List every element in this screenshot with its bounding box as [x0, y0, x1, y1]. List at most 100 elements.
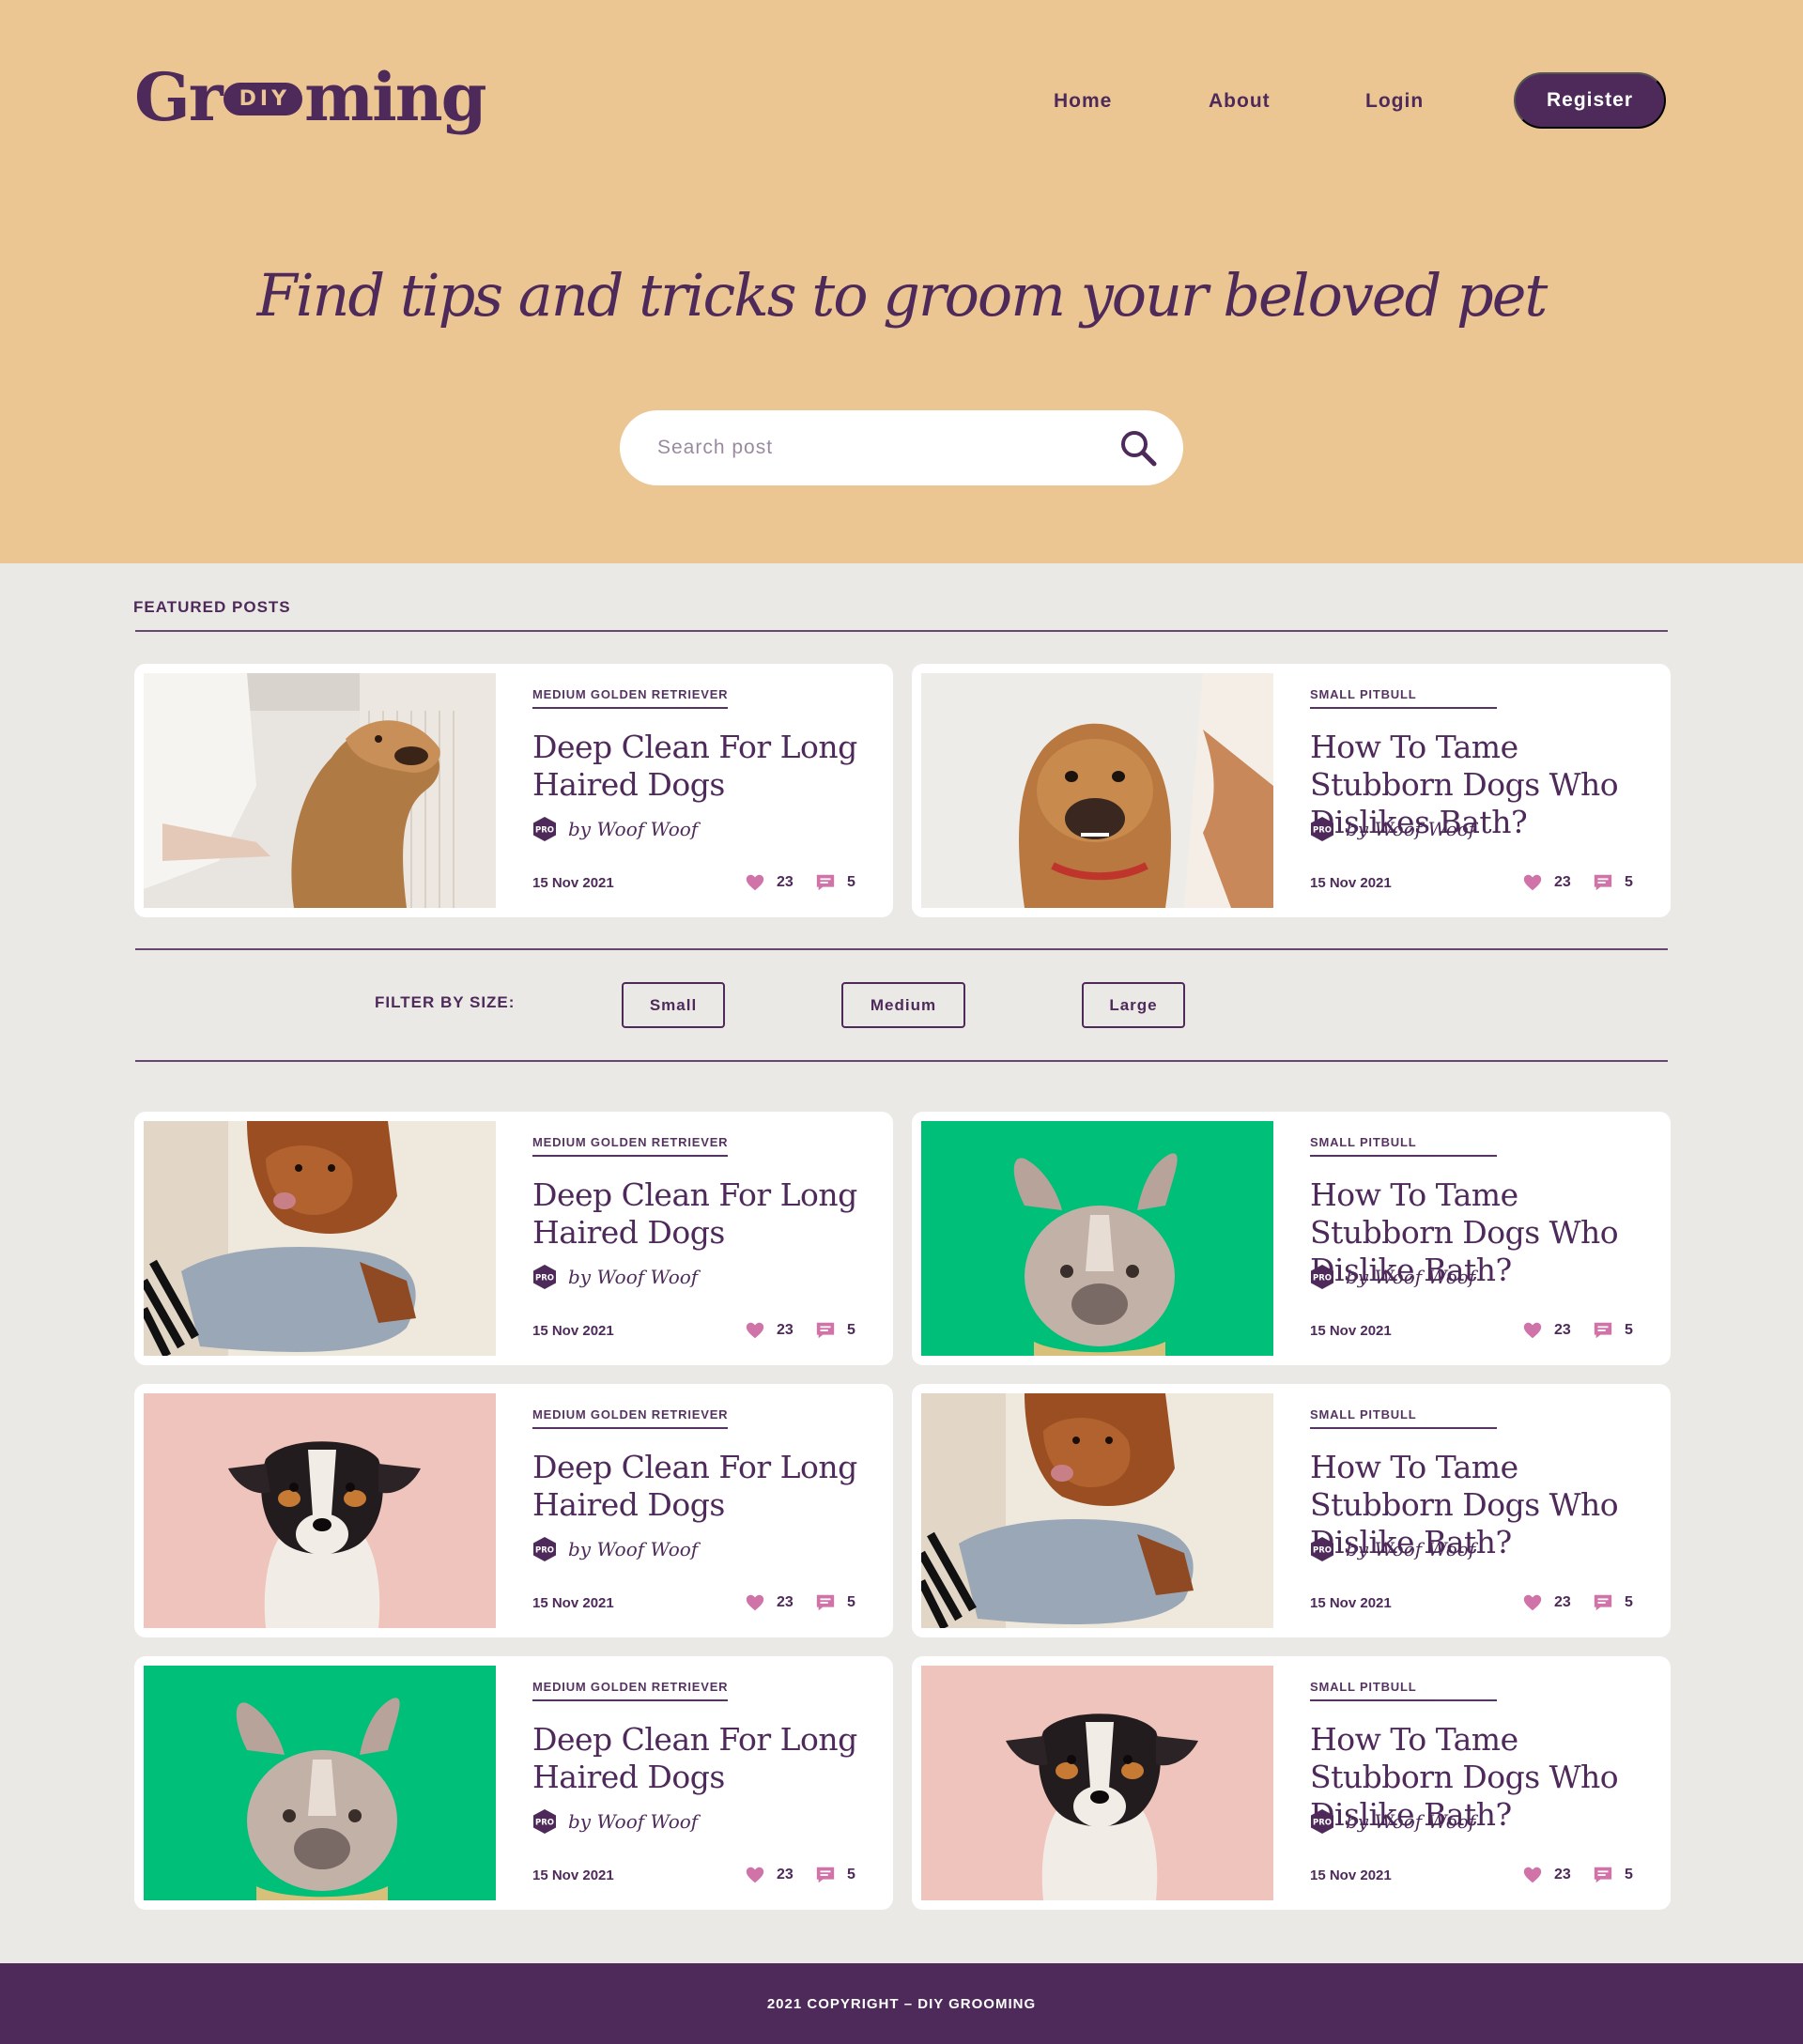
featured-posts-heading: FEATURED POSTS	[133, 598, 291, 616]
post-title[interactable]: Deep Clean For Long Haired Dogs	[532, 1449, 880, 1524]
author-name[interactable]: by Woof Woof	[1346, 1538, 1475, 1560]
comment-count: 5	[1625, 874, 1633, 890]
filter-medium-button[interactable]: Medium	[841, 982, 965, 1028]
post-author: by Woof Woof	[1310, 1536, 1475, 1562]
bulldog-photo	[921, 673, 1273, 908]
nav-about-link[interactable]: About	[1209, 90, 1271, 113]
nav-home-link[interactable]: Home	[1054, 90, 1112, 113]
post-category[interactable]: SMALL PITBULL	[1310, 1135, 1497, 1157]
french-bulldog-green-photo	[921, 1121, 1273, 1356]
comments-button[interactable]: 5	[1593, 1320, 1633, 1341]
heart-icon	[745, 1320, 765, 1341]
post-category[interactable]: MEDIUM GOLDEN RETRIEVER	[532, 1407, 729, 1429]
comments-button[interactable]: 5	[815, 1592, 855, 1613]
copyright-text: 2021 COPYRIGHT – DIY GROOMING	[766, 1995, 1037, 2012]
comment-icon	[815, 872, 836, 893]
filter-small-button[interactable]: Small	[622, 982, 725, 1028]
filter-large-button[interactable]: Large	[1082, 982, 1185, 1028]
post-date: 15 Nov 2021	[532, 1867, 614, 1883]
comment-count: 5	[1625, 1594, 1633, 1610]
comment-icon	[1593, 1865, 1613, 1885]
post-author: by Woof Woof	[532, 1536, 698, 1562]
author-name[interactable]: by Woof Woof	[1346, 1266, 1475, 1288]
comment-count: 5	[1625, 1867, 1633, 1883]
search-icon[interactable]	[1117, 427, 1159, 469]
comment-count: 5	[847, 1322, 855, 1338]
like-button[interactable]: 23	[745, 872, 794, 893]
like-count: 23	[777, 1594, 794, 1610]
pro-badge-icon	[1310, 1264, 1334, 1290]
comment-icon	[815, 1592, 836, 1613]
search-input[interactable]	[657, 433, 1108, 463]
like-count: 23	[1554, 1594, 1571, 1610]
post-title[interactable]: Deep Clean For Long Haired Dogs	[532, 1176, 880, 1252]
heart-icon	[745, 1592, 765, 1613]
comments-button[interactable]: 5	[815, 1865, 855, 1885]
post-title[interactable]: Deep Clean For Long Haired Dogs	[532, 729, 880, 804]
like-button[interactable]: 23	[745, 1320, 794, 1341]
hero-section: Gr DIY ming Home About Login Register Find…	[0, 0, 1803, 563]
comments-button[interactable]: 5	[815, 872, 855, 893]
author-name[interactable]: by Woof Woof	[1346, 818, 1475, 840]
comments-button[interactable]: 5	[815, 1320, 855, 1341]
french-bulldog-green-photo	[144, 1666, 496, 1900]
golden-retriever-photo	[144, 673, 496, 908]
post-category[interactable]: SMALL PITBULL	[1310, 1407, 1497, 1429]
register-button[interactable]: Register	[1514, 72, 1666, 129]
comment-icon	[815, 1320, 836, 1341]
featured-post-card[interactable]: MEDIUM GOLDEN RETRIEVER Deep Clean For L…	[134, 664, 893, 917]
post-title[interactable]: Deep Clean For Long Haired Dogs	[532, 1721, 880, 1796]
comments-button[interactable]: 5	[1593, 1592, 1633, 1613]
logo-text-start: Gr	[134, 58, 223, 136]
post-category[interactable]: MEDIUM GOLDEN RETRIEVER	[532, 1680, 729, 1701]
author-name[interactable]: by Woof Woof	[568, 1810, 698, 1833]
like-button[interactable]: 23	[1522, 872, 1571, 893]
like-button[interactable]: 23	[1522, 1865, 1571, 1885]
post-card[interactable]: SMALL PITBULL How To Tame Stubborn Dogs …	[912, 1656, 1671, 1910]
post-date: 15 Nov 2021	[532, 1595, 614, 1611]
divider	[135, 630, 1668, 632]
post-card[interactable]: MEDIUM GOLDEN RETRIEVER Deep Clean For L…	[134, 1384, 893, 1637]
divider	[135, 948, 1668, 950]
post-category[interactable]: SMALL PITBULL	[1310, 687, 1497, 709]
heart-icon	[1522, 1320, 1543, 1341]
post-category[interactable]: MEDIUM GOLDEN RETRIEVER	[532, 687, 729, 709]
post-card[interactable]: SMALL PITBULL How To Tame Stubborn Dogs …	[912, 1112, 1671, 1365]
logo-text-end: ming	[304, 58, 486, 136]
like-button[interactable]: 23	[745, 1592, 794, 1613]
search-bar	[620, 410, 1183, 485]
post-date: 15 Nov 2021	[532, 875, 614, 891]
post-date: 15 Nov 2021	[532, 1323, 614, 1339]
author-name[interactable]: by Woof Woof	[1346, 1810, 1475, 1833]
post-author: by Woof Woof	[532, 1264, 698, 1290]
comments-button[interactable]: 5	[1593, 1865, 1633, 1885]
comments-button[interactable]: 5	[1593, 872, 1633, 893]
featured-post-card[interactable]: SMALL PITBULL How To Tame Stubborn Dogs …	[912, 664, 1671, 917]
terrier-pink-photo	[144, 1393, 496, 1628]
heart-icon	[745, 1865, 765, 1885]
pro-badge-icon	[1310, 816, 1334, 842]
author-name[interactable]: by Woof Woof	[568, 1538, 698, 1560]
post-date: 15 Nov 2021	[1310, 875, 1392, 891]
post-date: 15 Nov 2021	[1310, 1867, 1392, 1883]
post-date: 15 Nov 2021	[1310, 1595, 1392, 1611]
post-card[interactable]: MEDIUM GOLDEN RETRIEVER Deep Clean For L…	[134, 1656, 893, 1910]
brown-dog-towel-photo	[921, 1393, 1273, 1628]
nav-login-link[interactable]: Login	[1365, 90, 1424, 113]
like-button[interactable]: 23	[1522, 1320, 1571, 1341]
heart-icon	[1522, 872, 1543, 893]
post-category[interactable]: SMALL PITBULL	[1310, 1680, 1497, 1701]
author-name[interactable]: by Woof Woof	[568, 818, 698, 840]
site-logo[interactable]: Gr DIY ming	[134, 58, 487, 136]
like-count: 23	[777, 874, 794, 890]
author-name[interactable]: by Woof Woof	[568, 1266, 698, 1288]
post-date: 15 Nov 2021	[1310, 1323, 1392, 1339]
like-button[interactable]: 23	[745, 1865, 794, 1885]
site-footer: 2021 COPYRIGHT – DIY GROOMING	[0, 1963, 1803, 2044]
post-category[interactable]: MEDIUM GOLDEN RETRIEVER	[532, 1135, 729, 1157]
brown-dog-towel-photo	[144, 1121, 496, 1356]
post-card[interactable]: SMALL PITBULL How To Tame Stubborn Dogs …	[912, 1384, 1671, 1637]
like-button[interactable]: 23	[1522, 1592, 1571, 1613]
post-card[interactable]: MEDIUM GOLDEN RETRIEVER Deep Clean For L…	[134, 1112, 893, 1365]
comment-count: 5	[847, 1867, 855, 1883]
